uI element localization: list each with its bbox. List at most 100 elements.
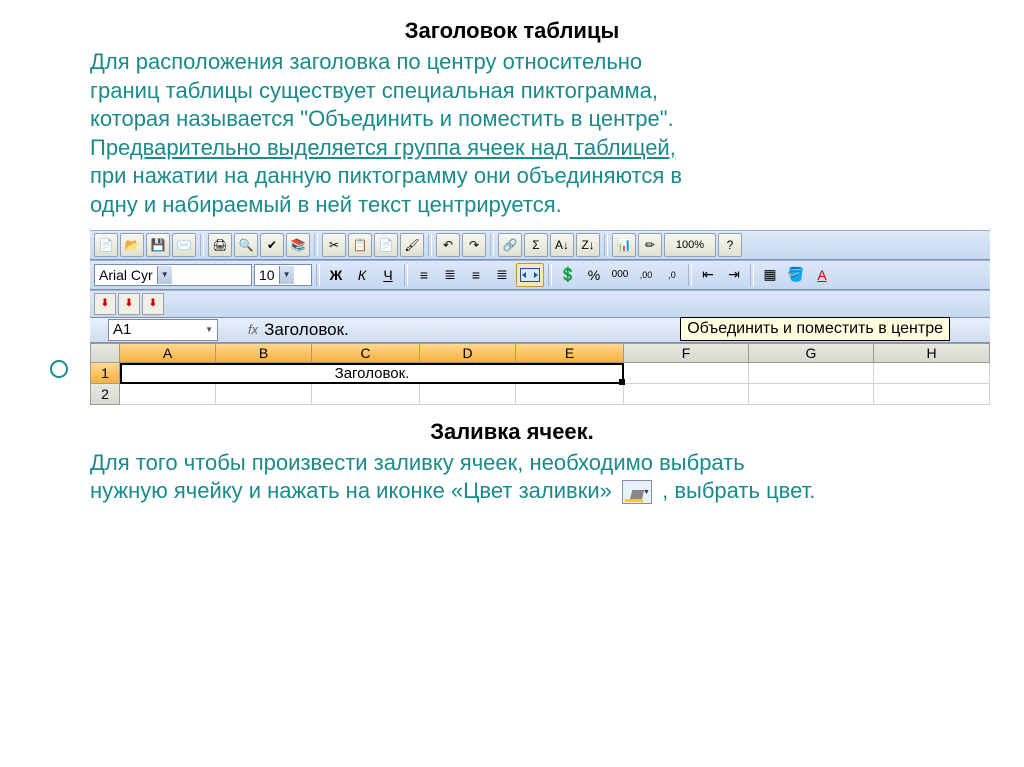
p1-l1: Для расположения заголовка по центру отн… <box>90 49 642 74</box>
sort-desc-icon[interactable]: Z↓ <box>576 233 600 257</box>
paragraph-2: Для того чтобы произвести заливку ячеек,… <box>90 449 934 506</box>
merged-cell-text: Заголовок. <box>335 365 410 382</box>
align-left-icon[interactable]: ≡ <box>412 263 436 287</box>
drawing-icon[interactable]: ✏ <box>638 233 662 257</box>
column-header-d[interactable]: D <box>420 343 516 363</box>
fill-color-icon[interactable]: 🪣 <box>784 263 808 287</box>
paragraph-1: Для расположения заголовка по центру отн… <box>90 48 934 220</box>
cell-f2[interactable] <box>624 384 749 405</box>
cell-d2[interactable] <box>420 384 516 405</box>
spellcheck-icon[interactable]: ✔ <box>260 233 284 257</box>
thousands-button[interactable]: 000 <box>608 263 632 287</box>
pdf-icon[interactable]: ⬇ <box>118 293 140 315</box>
spreadsheet-grid: A B C D E F G H 1 Заголовок. 2 <box>90 343 990 405</box>
align-justify-icon[interactable]: ≣ <box>490 263 514 287</box>
new-doc-icon[interactable]: 📄 <box>94 233 118 257</box>
bold-button[interactable]: Ж <box>324 263 348 287</box>
save-icon[interactable]: 💾 <box>146 233 170 257</box>
separator <box>688 264 692 286</box>
merge-center-icon <box>520 268 540 282</box>
copy-icon[interactable]: 📋 <box>348 233 372 257</box>
cell-g2[interactable] <box>749 384 874 405</box>
sort-asc-icon[interactable]: A↓ <box>550 233 574 257</box>
format-painter-icon[interactable]: 🖌 <box>400 233 424 257</box>
formatting-toolbar: Arial Cyr ▼ 10 ▼ Ж К Ч ≡ ≣ ≡ ≣ 💲 % 000 ,… <box>90 260 990 290</box>
font-name-value: Arial Cyr <box>99 267 153 283</box>
cell-b2[interactable] <box>216 384 312 405</box>
hyperlink-icon[interactable]: 🔗 <box>498 233 522 257</box>
p1-l3: которая называется "Объединить и помести… <box>90 106 674 131</box>
font-size-value: 10 <box>259 267 275 283</box>
pdf-icon[interactable]: ⬇ <box>94 293 116 315</box>
row-header-2[interactable]: 2 <box>90 384 120 405</box>
redo-icon[interactable]: ↷ <box>462 233 486 257</box>
increase-decimal-button[interactable]: ,00 <box>634 263 658 287</box>
research-icon[interactable]: 📚 <box>286 233 310 257</box>
p2-l1: Для того чтобы произвести заливку ячеек,… <box>90 450 745 475</box>
chevron-down-icon: ▼ <box>157 266 172 284</box>
column-header-c[interactable]: C <box>312 343 420 363</box>
column-header-a[interactable]: A <box>120 343 216 363</box>
currency-icon[interactable]: 💲 <box>556 263 580 287</box>
column-header-b[interactable]: B <box>216 343 312 363</box>
cell-g1[interactable] <box>749 363 874 384</box>
p1-l4b: дварительно выделяется группа ячеек над … <box>130 135 676 160</box>
cell-a2[interactable] <box>120 384 216 405</box>
undo-icon[interactable]: ↶ <box>436 233 460 257</box>
open-icon[interactable]: 📂 <box>120 233 144 257</box>
cut-icon[interactable]: ✂ <box>322 233 346 257</box>
p2-l2b: , выбрать цвет. <box>662 478 815 503</box>
cell-c2[interactable] <box>312 384 420 405</box>
decrease-indent-icon[interactable]: ⇤ <box>696 263 720 287</box>
chart-icon[interactable]: 📊 <box>612 233 636 257</box>
pdf-toolbar: ⬇ ⬇ ⬇ <box>90 290 990 318</box>
font-color-icon[interactable]: A <box>810 263 834 287</box>
name-box[interactable]: A1 ▼ <box>108 319 218 341</box>
separator <box>314 234 318 256</box>
mail-icon[interactable]: ✉️ <box>172 233 196 257</box>
borders-icon[interactable]: ▦ <box>758 263 782 287</box>
fill-color-inline-icon: ▼ <box>622 480 652 504</box>
separator <box>428 234 432 256</box>
heading-fill-cells: Заливка ячеек. <box>90 419 934 445</box>
merge-center-button[interactable] <box>516 263 544 287</box>
chevron-down-icon: ▼ <box>279 266 294 284</box>
cell-e2[interactable] <box>516 384 624 405</box>
print-preview-icon[interactable]: 🔍 <box>234 233 258 257</box>
column-header-f[interactable]: F <box>624 343 749 363</box>
align-center-icon[interactable]: ≣ <box>438 263 462 287</box>
autosum-icon[interactable]: Σ <box>524 233 548 257</box>
column-header-h[interactable]: H <box>874 343 990 363</box>
align-right-icon[interactable]: ≡ <box>464 263 488 287</box>
p1-l5: при нажатии на данную пиктограмму они об… <box>90 163 682 188</box>
paste-icon[interactable]: 📄 <box>374 233 398 257</box>
fill-handle[interactable] <box>619 379 625 385</box>
merged-cell-a1-e1[interactable]: Заголовок. <box>120 363 624 384</box>
row-header-1[interactable]: 1 <box>90 363 120 384</box>
print-icon[interactable]: 🖨 <box>208 233 232 257</box>
grid-row-1: 1 Заголовок. <box>90 363 990 384</box>
column-header-e[interactable]: E <box>516 343 624 363</box>
separator <box>490 234 494 256</box>
underline-button[interactable]: Ч <box>376 263 400 287</box>
bullet-icon <box>50 360 68 378</box>
p2-l2a: нужную ячейку и нажать на иконке «Цвет з… <box>90 478 612 503</box>
percent-button[interactable]: % <box>582 263 606 287</box>
help-icon[interactable]: ? <box>718 233 742 257</box>
zoom-icon[interactable]: 100% <box>664 233 716 257</box>
separator <box>200 234 204 256</box>
column-header-g[interactable]: G <box>749 343 874 363</box>
select-all-corner[interactable] <box>90 343 120 363</box>
cell-h1[interactable] <box>874 363 990 384</box>
cell-f1[interactable] <box>624 363 749 384</box>
chevron-down-icon: ▼ <box>205 325 213 334</box>
font-size-dropdown[interactable]: 10 ▼ <box>254 264 312 286</box>
cell-h2[interactable] <box>874 384 990 405</box>
font-name-dropdown[interactable]: Arial Cyr ▼ <box>94 264 252 286</box>
fx-icon[interactable]: fx <box>248 322 258 337</box>
decrease-decimal-button[interactable]: ,0 <box>660 263 684 287</box>
italic-button[interactable]: К <box>350 263 374 287</box>
increase-indent-icon[interactable]: ⇥ <box>722 263 746 287</box>
pdf-icon[interactable]: ⬇ <box>142 293 164 315</box>
grid-row-2: 2 <box>90 384 990 405</box>
